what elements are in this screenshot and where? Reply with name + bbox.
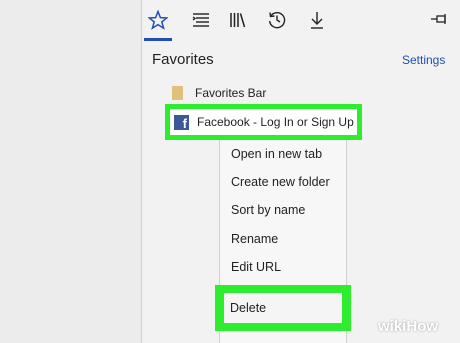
facebook-favorite-item[interactable]: f Facebook - Log In or Sign Up bbox=[170, 109, 357, 135]
download-icon bbox=[311, 12, 323, 29]
favorites-bar-folder[interactable]: Favorites Bar bbox=[172, 84, 266, 102]
pin-icon bbox=[431, 14, 446, 24]
favorites-bar-label: Favorites Bar bbox=[195, 86, 267, 100]
panel-title: Favorites bbox=[152, 51, 214, 68]
browser-content-area bbox=[0, 0, 141, 343]
tab-books[interactable] bbox=[224, 6, 252, 34]
menu-item-delete-label: Delete bbox=[230, 301, 267, 315]
pin-button[interactable] bbox=[430, 11, 450, 27]
books-icon bbox=[230, 13, 246, 28]
menu-item-delete[interactable]: Delete bbox=[224, 293, 342, 323]
active-tab-indicator bbox=[144, 38, 172, 41]
hub-tab-bar bbox=[142, 0, 460, 42]
folder-icon bbox=[172, 86, 183, 100]
delete-highlight: Delete bbox=[215, 285, 351, 331]
favorites-hub-panel: Favorites Settings Favorites Bar f Faceb… bbox=[141, 0, 460, 343]
wikihow-watermark: wikiHow bbox=[378, 318, 439, 335]
tab-favorites[interactable] bbox=[144, 6, 172, 34]
star-icon bbox=[148, 10, 168, 30]
menu-item-open-new-tab[interactable]: Open in new tab bbox=[231, 147, 322, 161]
menu-item-create-folder[interactable]: Create new folder bbox=[231, 175, 330, 189]
menu-item-rename[interactable]: Rename bbox=[231, 232, 278, 246]
tab-downloads[interactable] bbox=[303, 6, 331, 34]
facebook-favorite-highlight: f Facebook - Log In or Sign Up bbox=[165, 104, 362, 140]
tab-history[interactable] bbox=[263, 6, 291, 34]
menu-item-edit-url[interactable]: Edit URL bbox=[231, 260, 281, 274]
tab-reading-list[interactable] bbox=[187, 6, 215, 34]
facebook-favorite-label: Facebook - Log In or Sign Up bbox=[197, 115, 354, 129]
settings-link[interactable]: Settings bbox=[402, 53, 445, 67]
facebook-icon: f bbox=[174, 114, 189, 131]
menu-item-sort-by-name[interactable]: Sort by name bbox=[231, 203, 305, 217]
history-icon bbox=[268, 12, 286, 29]
reading-list-icon bbox=[192, 13, 209, 27]
